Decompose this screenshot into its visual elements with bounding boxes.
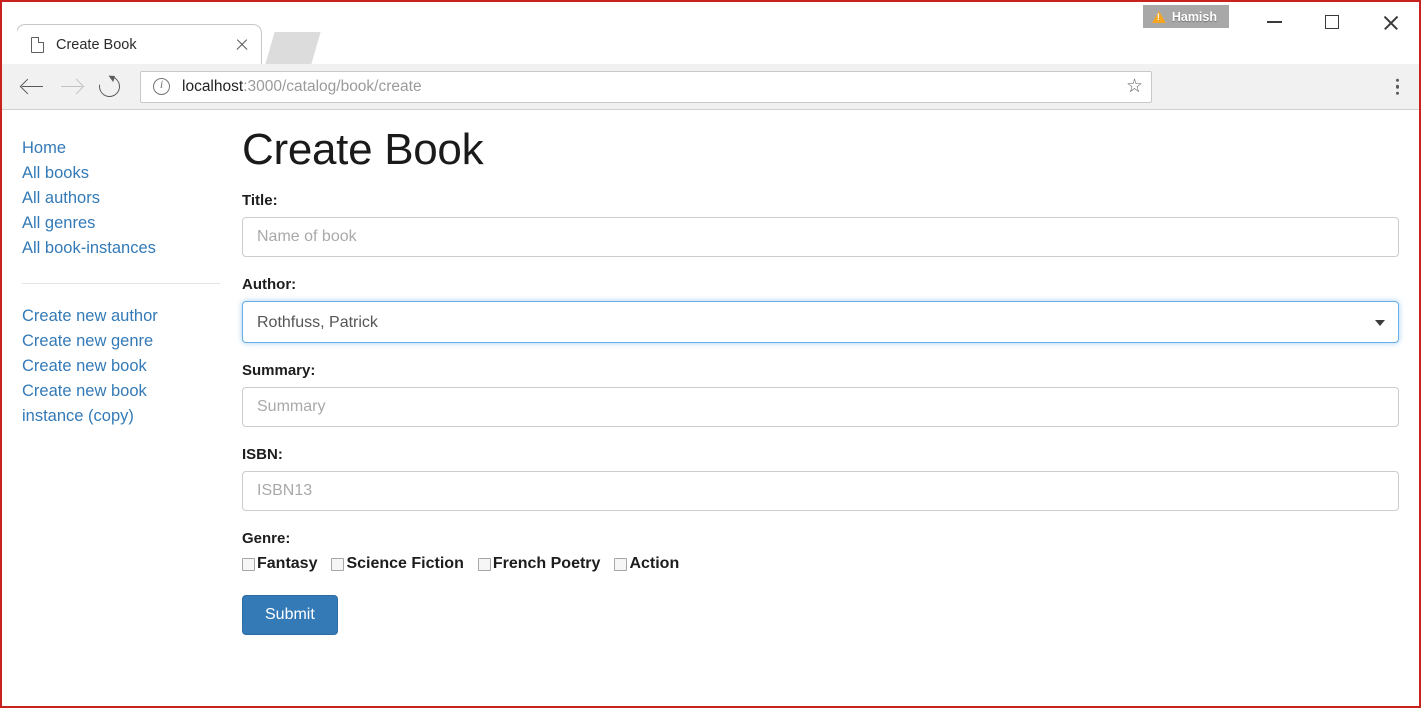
- address-bar[interactable]: localhost:3000/catalog/book/create ☆: [140, 71, 1152, 103]
- sidebar-item-home[interactable]: Home: [22, 136, 238, 161]
- sidebar-item-all-book-instances[interactable]: All book-instances: [22, 236, 238, 261]
- genre-checkbox-label: Science Fiction: [346, 555, 463, 573]
- page-body: Home All books All authors All genres Al…: [2, 110, 1419, 705]
- genre-checkbox-french-poetry[interactable]: [478, 558, 491, 571]
- maximize-icon: [1325, 15, 1339, 29]
- field-group-summary: Summary:: [242, 362, 1399, 427]
- sidebar-item-all-books[interactable]: All books: [22, 161, 238, 186]
- page-title: Create Book: [242, 128, 1399, 172]
- field-group-title: Title:: [242, 192, 1399, 257]
- summary-label: Summary:: [242, 362, 1399, 379]
- url-path: :3000/catalog/book/create: [243, 78, 421, 95]
- browser-window: Create Book Hamish: [0, 0, 1421, 708]
- maximize-button[interactable]: [1303, 2, 1361, 42]
- arrow-left-icon: [22, 78, 44, 96]
- sidebar: Home All books All authors All genres Al…: [2, 128, 238, 705]
- url-text: localhost:3000/catalog/book/create: [182, 78, 1126, 96]
- sidebar-item-all-authors[interactable]: All authors: [22, 186, 238, 211]
- menu-dot: [1396, 78, 1400, 82]
- tab-strip-area: Create Book Hamish: [2, 2, 1419, 64]
- close-icon[interactable]: [233, 36, 251, 54]
- sidebar-item-create-new-book-instance[interactable]: Create new book instance (copy): [22, 379, 192, 429]
- title-input[interactable]: [242, 217, 1399, 257]
- summary-input[interactable]: [242, 387, 1399, 427]
- genre-checkbox-label: Action: [629, 555, 679, 573]
- genre-label: Genre:: [242, 530, 1399, 547]
- page-icon: [31, 37, 44, 53]
- browser-toolbar: localhost:3000/catalog/book/create ☆: [2, 64, 1419, 110]
- author-select-wrapper: Rothfuss, Patrick: [242, 301, 1399, 343]
- genre-checkbox-label: Fantasy: [257, 555, 317, 573]
- close-window-icon: [1382, 14, 1399, 31]
- menu-dot: [1396, 85, 1400, 89]
- isbn-input[interactable]: [242, 471, 1399, 511]
- tab-stub[interactable]: [265, 32, 320, 64]
- genre-item-action[interactable]: Action: [614, 555, 679, 573]
- menu-dot: [1396, 91, 1400, 95]
- star-icon[interactable]: ☆: [1126, 77, 1143, 96]
- sidebar-item-create-new-book[interactable]: Create new book: [22, 354, 238, 379]
- forward-button[interactable]: [52, 68, 90, 106]
- genre-item-science-fiction[interactable]: Science Fiction: [331, 555, 463, 573]
- genre-checkbox-science-fiction[interactable]: [331, 558, 344, 571]
- field-group-isbn: ISBN:: [242, 446, 1399, 511]
- close-window-button[interactable]: [1361, 2, 1419, 42]
- author-select[interactable]: Rothfuss, Patrick: [242, 301, 1399, 343]
- main-content: Create Book Title: Author: Rothfuss, Pat…: [238, 128, 1419, 705]
- window-controls: [1245, 2, 1419, 42]
- url-host: localhost: [182, 78, 243, 95]
- info-icon[interactable]: [153, 78, 170, 95]
- arrow-right-icon: [60, 78, 82, 96]
- back-button[interactable]: [14, 68, 52, 106]
- title-label: Title:: [242, 192, 1399, 209]
- author-label: Author:: [242, 276, 1399, 293]
- submit-button[interactable]: Submit: [242, 595, 338, 635]
- genre-checkbox-action[interactable]: [614, 558, 627, 571]
- browser-menu-button[interactable]: [1390, 72, 1406, 101]
- reload-button[interactable]: [90, 68, 128, 106]
- profile-badge[interactable]: Hamish: [1143, 5, 1229, 28]
- warning-icon: [1152, 11, 1166, 23]
- sidebar-item-create-new-author[interactable]: Create new author: [22, 304, 238, 329]
- field-group-author: Author: Rothfuss, Patrick: [242, 276, 1399, 343]
- minimize-icon: [1267, 21, 1282, 23]
- genre-checkbox-fantasy[interactable]: [242, 558, 255, 571]
- genre-checkbox-row: Fantasy Science Fiction French Poetry Ac…: [242, 555, 1399, 573]
- isbn-label: ISBN:: [242, 446, 1399, 463]
- tab-create-book[interactable]: Create Book: [16, 24, 262, 64]
- minimize-button[interactable]: [1245, 2, 1303, 42]
- tab-title: Create Book: [56, 37, 233, 53]
- tab-strip: Create Book Hamish: [2, 2, 1419, 64]
- sidebar-item-create-new-genre[interactable]: Create new genre: [22, 329, 238, 354]
- genre-checkbox-label: French Poetry: [493, 555, 601, 573]
- profile-name: Hamish: [1172, 10, 1217, 24]
- genre-item-fantasy[interactable]: Fantasy: [242, 555, 317, 573]
- reload-icon: [94, 72, 123, 101]
- genre-item-french-poetry[interactable]: French Poetry: [478, 555, 601, 573]
- sidebar-item-all-genres[interactable]: All genres: [22, 211, 238, 236]
- sidebar-divider: [22, 283, 220, 284]
